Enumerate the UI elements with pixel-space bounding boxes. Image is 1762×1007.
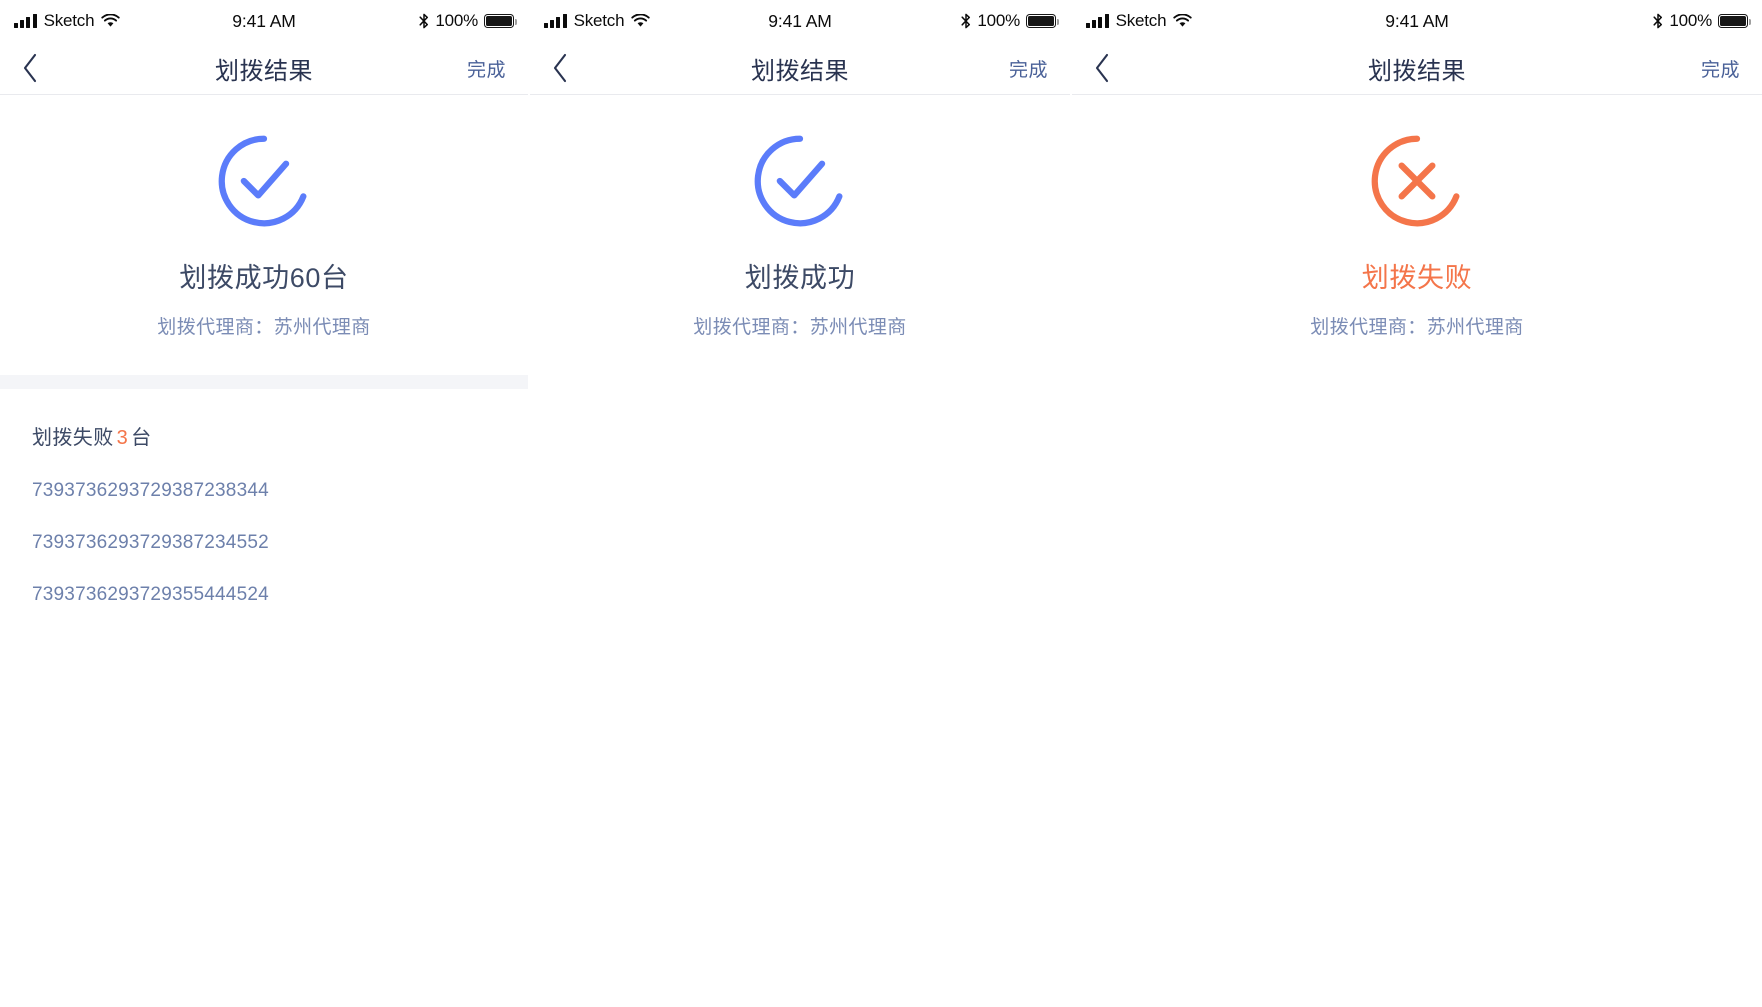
battery-icon bbox=[484, 13, 518, 29]
navigation-bar: 划拨结果 完成 bbox=[1072, 42, 1762, 95]
back-chevron-icon bbox=[553, 53, 567, 83]
failure-list: 划拨失败 3 台 7393736293729387238344 7393736293… bbox=[0, 389, 528, 606]
battery-icon bbox=[1026, 13, 1060, 29]
wifi-icon bbox=[1173, 14, 1192, 27]
battery-percent-label: 100% bbox=[435, 11, 478, 30]
screenshot-stage: Sketch 9:41 AM 100% 划拨结果 完成 划拨成功60台 划拨代理… bbox=[0, 0, 1762, 1007]
wifi-icon bbox=[101, 14, 120, 27]
status-bar-right: 100% bbox=[961, 11, 1060, 31]
check-circle-icon bbox=[752, 133, 848, 229]
list-item[interactable]: 7393736293729387238344 bbox=[32, 450, 496, 502]
check-circle-icon bbox=[216, 133, 312, 229]
list-item[interactable]: 7393736293729387234552 bbox=[32, 502, 496, 554]
battery-fill bbox=[1720, 16, 1746, 26]
list-item[interactable]: 7393736293729355444524 bbox=[32, 554, 496, 606]
page-title: 划拨结果 bbox=[1368, 57, 1466, 85]
phone-screen-failure: Sketch 9:41 AM 100% 划拨结果 完成 划拨失败 划拨代理商：苏… bbox=[1072, 0, 1762, 1007]
status-bar: Sketch 9:41 AM 100% bbox=[1072, 0, 1762, 42]
status-bar: Sketch 9:41 AM 100% bbox=[530, 0, 1070, 42]
failure-label-prefix: 划拨失败 bbox=[32, 427, 114, 449]
phone-screen-success-with-failures: Sketch 9:41 AM 100% 划拨结果 完成 划拨成功60台 划拨代理… bbox=[0, 0, 528, 1007]
back-button[interactable] bbox=[552, 51, 586, 85]
battery-percent-label: 100% bbox=[977, 11, 1020, 30]
failure-count: 3 bbox=[116, 427, 129, 449]
back-button[interactable] bbox=[1094, 51, 1128, 85]
failure-list-header: 划拨失败 3 台 bbox=[32, 389, 496, 450]
done-button[interactable]: 完成 bbox=[1009, 55, 1048, 82]
result-subtitle: 划拨代理商：苏州代理商 bbox=[693, 317, 907, 338]
page-title: 划拨结果 bbox=[215, 57, 313, 85]
signal-bars-icon bbox=[1086, 14, 1109, 28]
back-chevron-icon bbox=[1095, 53, 1109, 83]
result-summary: 划拨失败 划拨代理商：苏州代理商 bbox=[1072, 95, 1762, 339]
battery-fill bbox=[1028, 16, 1054, 26]
battery-percent-label: 100% bbox=[1669, 11, 1712, 30]
bluetooth-icon bbox=[961, 13, 971, 29]
done-button[interactable]: 完成 bbox=[1701, 55, 1740, 82]
status-bar-left: Sketch bbox=[544, 11, 650, 31]
carrier-label: Sketch bbox=[1115, 11, 1167, 30]
result-summary: 划拨成功60台 划拨代理商：苏州代理商 bbox=[0, 95, 528, 339]
done-button[interactable]: 完成 bbox=[467, 55, 506, 82]
result-title: 划拨成功60台 bbox=[179, 263, 349, 293]
result-summary: 划拨成功 划拨代理商：苏州代理商 bbox=[530, 95, 1070, 339]
page-title: 划拨结果 bbox=[751, 57, 849, 85]
result-subtitle: 划拨代理商：苏州代理商 bbox=[1310, 317, 1524, 338]
status-bar-right: 100% bbox=[1653, 11, 1752, 31]
signal-bars-icon bbox=[544, 14, 567, 28]
signal-bars-icon bbox=[14, 14, 37, 28]
result-title: 划拨失败 bbox=[1361, 263, 1473, 293]
wifi-icon bbox=[631, 14, 650, 27]
navigation-bar: 划拨结果 完成 bbox=[530, 42, 1070, 95]
carrier-label: Sketch bbox=[43, 11, 95, 30]
failure-label-suffix: 台 bbox=[131, 427, 152, 449]
result-subtitle: 划拨代理商：苏州代理商 bbox=[157, 317, 371, 338]
back-chevron-icon bbox=[23, 53, 37, 83]
status-bar-right: 100% bbox=[419, 11, 518, 31]
x-circle-icon bbox=[1369, 133, 1465, 229]
phone-screen-success: Sketch 9:41 AM 100% 划拨结果 完成 划拨成功 划拨代理商：苏… bbox=[530, 0, 1070, 1007]
navigation-bar: 划拨结果 完成 bbox=[0, 42, 528, 95]
status-bar-left: Sketch bbox=[1086, 11, 1192, 31]
status-bar-left: Sketch bbox=[14, 11, 120, 31]
status-bar: Sketch 9:41 AM 100% bbox=[0, 0, 528, 42]
back-button[interactable] bbox=[22, 51, 56, 85]
bluetooth-icon bbox=[419, 13, 429, 29]
battery-fill bbox=[486, 16, 512, 26]
section-divider-band bbox=[0, 375, 528, 389]
carrier-label: Sketch bbox=[573, 11, 625, 30]
battery-icon bbox=[1718, 13, 1752, 29]
bluetooth-icon bbox=[1653, 13, 1663, 29]
result-title: 划拨成功 bbox=[744, 263, 856, 293]
